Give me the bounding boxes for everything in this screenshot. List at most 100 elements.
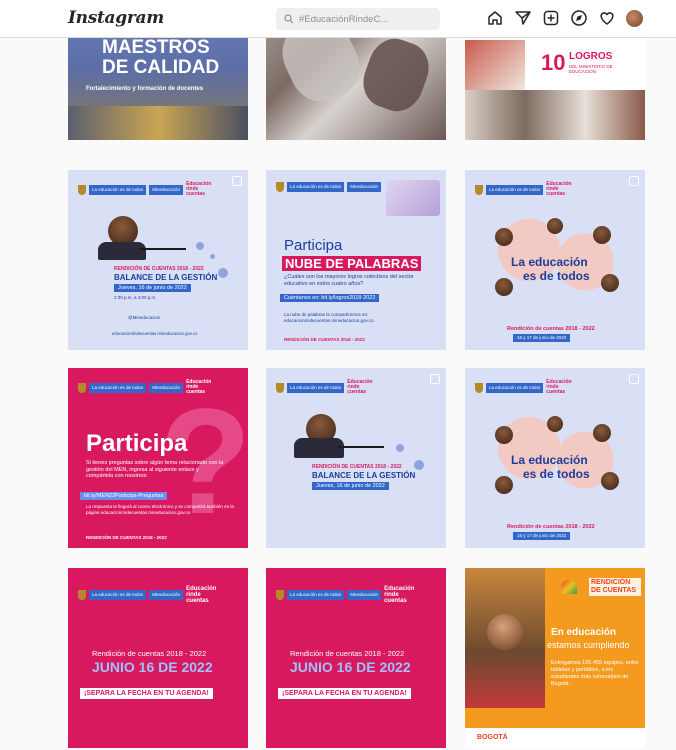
participa-title: Participa [86, 430, 188, 457]
photo [68, 106, 248, 140]
post-title: MAESTROS [102, 37, 210, 58]
nube-link[interactable]: Cuéntanos en: bit.ly/logros2018-2022 [280, 294, 380, 302]
post-participa-preguntas[interactable]: La educación es de todos Mineducación Educ… [68, 368, 248, 548]
colombia-shield-icon [78, 590, 86, 600]
event-time: 2:30 p.m. a 4:00 p.m. [114, 295, 157, 300]
cumpliendo-body: Entregamos 105.455 equipos, entre tablet… [551, 660, 639, 687]
nube-question: ¿Cuáles son los mayores logros colectivo… [284, 274, 414, 287]
nube-body: La nube de palabras la compartiremos en:… [284, 312, 374, 323]
cumpliendo-title-1: En educación [551, 627, 617, 638]
nube-title: NUBE DE PALABRAS [282, 256, 422, 271]
gov-label: La educación es de todos [287, 182, 345, 192]
direct-icon[interactable] [514, 9, 532, 27]
participa-link[interactable]: bit.ly/MEN22Participa-Preguntas [80, 492, 168, 500]
heart-icon[interactable] [598, 9, 616, 27]
chevron-down-icon[interactable]: ⌄ [136, 12, 144, 23]
mineducacion-label: Mineducación [347, 182, 382, 192]
campaign-label: Educación rinde cuentas [384, 586, 415, 604]
campaign-label: Educación rinde cuentas [186, 181, 212, 197]
pencil-line [140, 248, 186, 250]
logros-number: 10 [541, 50, 566, 75]
student-photo [487, 614, 523, 650]
post-nube-de-palabras[interactable]: La educación es de todos Mineducación Par… [266, 170, 446, 350]
educacion-title-1: La educación [511, 255, 588, 269]
hands-photo-2 [355, 31, 437, 119]
home-icon[interactable] [486, 9, 504, 27]
gov-label: La educación es de todos [486, 184, 544, 195]
multiple-posts-icon [629, 176, 639, 186]
campaign-label: Educación rinde cuentas [347, 379, 373, 395]
colombia-shield-icon [78, 184, 86, 195]
logros-title: LOGROS [569, 51, 613, 62]
post-title-2: DE CALIDAD [102, 57, 220, 78]
event-line-1: RENDICIÓN DE CUENTAS 2018 - 2022 [312, 464, 402, 470]
colombia-shield-icon [78, 382, 86, 393]
explore-icon[interactable] [570, 9, 588, 27]
gov-label: La educación es de todos [89, 590, 147, 600]
decor-dot [196, 242, 204, 250]
instagram-logo[interactable]: Instagram [68, 8, 164, 28]
logros-subtitle: DEL MINISTERIO DE EDUCACIÓN [569, 64, 613, 74]
event-line-2: BALANCE DE LA GESTIÓN [114, 273, 218, 282]
search-input[interactable]: #EducaciónRindeC... [276, 8, 440, 30]
student-photo [495, 278, 513, 296]
post-balance-de-la-gestion-2[interactable]: La educación es de todos Educación rinde … [266, 368, 446, 548]
educacion-date: 16 y 17 de junio de 2022 [513, 532, 571, 540]
post-junio-16[interactable]: La educación es de todos Mineducación Educ… [68, 568, 248, 748]
junio-cta[interactable]: ¡SEPARA LA FECHA EN TU AGENDA! [80, 688, 213, 699]
educacion-title-2: es de todos [523, 467, 590, 481]
gov-label: La educación es de todos [287, 382, 345, 393]
cumpliendo-title-2: estamos cumpliendo [547, 640, 630, 650]
decor-dot [218, 268, 228, 278]
nube-footer: RENDICIÓN DE CUENTAS 2018 - 2022 [284, 337, 365, 342]
nav-icons [486, 9, 643, 27]
junio-line-1: Rendición de cuentas 2018 - 2022 [290, 649, 405, 658]
gov-logos: La educación es de todos Educación rinde … [475, 380, 572, 395]
colombia-shield-icon [475, 184, 483, 195]
post-subtitle: Fortalecimiento y formación de docentes [86, 86, 204, 92]
gov-logos: La educación es de todos Educación rinde … [475, 181, 572, 197]
bogota-logo: BOGOTÁ [477, 734, 508, 741]
student-photo [495, 228, 513, 246]
mineducacion-label: Mineducación [149, 184, 184, 195]
post-junio-16-2[interactable]: La educación es de todos Mineducación Educ… [266, 568, 446, 748]
student-photo [495, 426, 513, 444]
avatar[interactable] [626, 9, 643, 27]
junio-cta[interactable]: ¡SEPARA LA FECHA EN TU AGENDA! [278, 688, 411, 699]
colombia-shield-icon [276, 590, 284, 600]
student-photo [601, 274, 619, 292]
post-la-educacion-es-de-todos-2[interactable]: La educación es de todos Educación rinde … [465, 368, 645, 548]
students-photo [386, 180, 440, 216]
decor-dot [396, 444, 404, 452]
decor-dot [414, 460, 424, 470]
educacion-date: 16 y 17 de junio de 2022 [513, 334, 571, 342]
campaign-label: Educación rinde cuentas [186, 586, 217, 604]
gov-logos: La educación es de todos Mineducación Educ… [78, 586, 217, 604]
multiple-posts-icon [629, 374, 639, 384]
decor-dot [210, 254, 215, 259]
colombia-shield-icon [276, 382, 284, 393]
post-la-educacion-es-de-todos[interactable]: La educación es de todos Educación rinde … [465, 170, 645, 350]
educacion-footer: Rendición de cuentas 2018 - 2022 [507, 326, 595, 332]
campaign-label: Educación rinde cuentas [546, 181, 572, 197]
rendicion-badge: RENDICIÓN DE CUENTAS [589, 578, 641, 596]
junio-line-1: Rendición de cuentas 2018 - 2022 [92, 649, 207, 658]
student-photo [601, 472, 619, 490]
mineducacion-label: Mineducación [149, 590, 184, 600]
post-balance-de-la-gestion[interactable]: La educación es de todos Mineducación Educ… [68, 170, 248, 350]
logo-bird-icon [561, 580, 577, 594]
student-photo [547, 416, 563, 432]
gov-label: La educación es de todos [89, 382, 147, 393]
event-date: Jueves, 16 de junio de 2022 [114, 284, 191, 292]
participa-body-2: La respuesta te llegará al correo electr… [86, 504, 234, 515]
post-en-educacion-estamos-cumpliendo[interactable]: RENDICIÓN DE CUENTAS En educación estamo… [465, 568, 645, 748]
mineducacion-label: Mineducación [347, 590, 382, 600]
new-post-icon[interactable] [542, 9, 560, 27]
gov-logos: La educación es de todos Mineducación Educ… [78, 181, 212, 197]
multiple-posts-icon [430, 374, 440, 384]
participa-footer: RENDICIÓN DE CUENTAS 2018 - 2022 [86, 535, 167, 540]
junio-line-2: JUNIO 16 DE 2022 [92, 659, 213, 675]
child-body [98, 242, 146, 260]
multiple-posts-icon [232, 176, 242, 186]
event-handle: @Mineducacion [128, 315, 161, 320]
